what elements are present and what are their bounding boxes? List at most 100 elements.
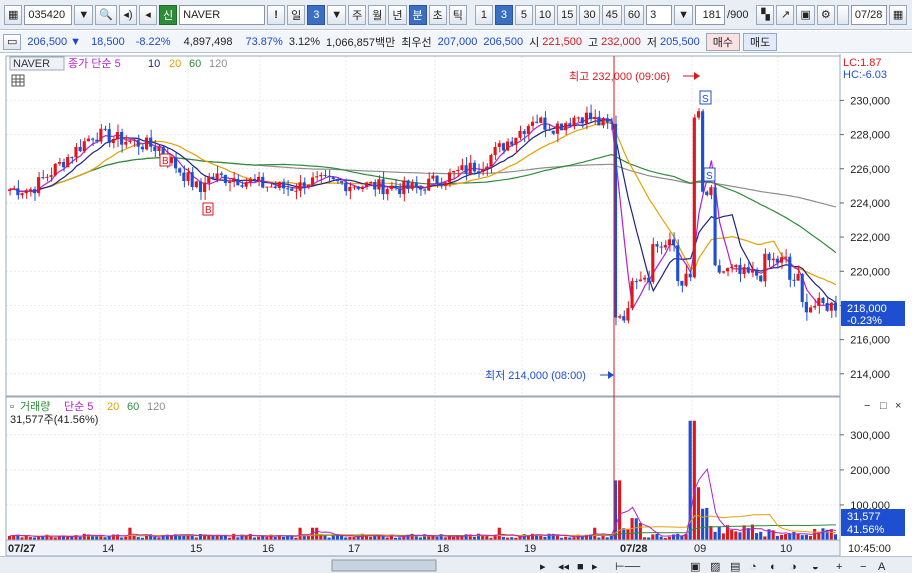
- bottom-scroll-bar: ▸ ◂◂ ■ ▸ ⊢── ▣ ▨ ▤ ◔ ◐ ◑ ◒ + − A: [0, 556, 912, 573]
- volume-bar: [539, 535, 543, 540]
- chart-menu-icon[interactable]: ▦: [4, 4, 23, 25]
- period-month-button[interactable]: 월: [368, 4, 387, 25]
- tool-icon-7[interactable]: ◒: [812, 561, 819, 573]
- candle-body: [37, 177, 41, 194]
- table-toggle-icon[interactable]: [11, 74, 25, 87]
- down-arrow-icon: ▼: [70, 35, 82, 48]
- candle-body: [564, 123, 568, 131]
- tool-icon-2[interactable]: ▨: [710, 561, 720, 573]
- candle-body: [115, 131, 120, 139]
- stock-name-field[interactable]: NAVER: [179, 4, 266, 25]
- interval-3-button[interactable]: 3: [494, 4, 513, 25]
- period-minute-button[interactable]: 분: [408, 4, 427, 25]
- candle-body: [443, 182, 447, 186]
- candle-body: [514, 137, 518, 145]
- close-panel-icon[interactable]: ×: [895, 400, 901, 412]
- volume-bar: [651, 534, 655, 540]
- interval-60-button[interactable]: 60: [623, 4, 645, 25]
- sell-button[interactable]: 매도: [743, 32, 778, 51]
- count-dropdown-icon[interactable]: ▼: [674, 4, 694, 25]
- interval-1-button[interactable]: 1: [474, 4, 493, 25]
- candle-body: [61, 162, 66, 168]
- calendar-icon[interactable]: ▦: [888, 4, 908, 25]
- period-week-button[interactable]: 주: [348, 4, 367, 25]
- tool-icon-1[interactable]: ▣: [690, 561, 700, 573]
- candle-body: [373, 181, 377, 190]
- rewind-icon[interactable]: ◂◂: [558, 561, 570, 573]
- candle-body: [568, 123, 572, 126]
- count-input[interactable]: 3: [646, 4, 673, 25]
- tool-icon-4[interactable]: ◔: [750, 561, 757, 573]
- price-tick-label: 214,000: [850, 369, 890, 381]
- period-day-button[interactable]: 일: [287, 4, 306, 25]
- zoom-slider-icon[interactable]: ⊢──: [615, 561, 640, 573]
- interval-10-button[interactable]: 10: [534, 4, 556, 25]
- candle-body: [140, 146, 144, 150]
- time-tick-label: 09: [694, 543, 706, 555]
- sound-icon[interactable]: ◂): [119, 4, 137, 25]
- tool-icon-5[interactable]: ◐: [770, 561, 777, 573]
- candle-body: [813, 305, 817, 308]
- time-tick-label: 17: [348, 543, 360, 555]
- time-tick-label: 14: [102, 543, 114, 555]
- candle-body: [302, 182, 306, 187]
- forward-icon[interactable]: ▸: [592, 561, 598, 573]
- search-icon[interactable]: 🔍: [95, 4, 117, 25]
- candle-body: [597, 116, 601, 126]
- date-input[interactable]: 07/28: [850, 4, 887, 25]
- stock-code-input[interactable]: 035420: [24, 4, 73, 25]
- candle-body: [298, 182, 302, 191]
- candle-body: [833, 302, 837, 311]
- alert-button[interactable]: !: [267, 4, 286, 25]
- candle-body: [551, 130, 555, 134]
- period-dropdown-icon[interactable]: ▼: [327, 4, 347, 25]
- candle-body: [647, 277, 651, 282]
- interval-5-button[interactable]: 5: [514, 4, 533, 25]
- volume-bar: [481, 535, 485, 540]
- interval-30-button[interactable]: 30: [579, 4, 600, 25]
- interval-15-button[interactable]: 15: [557, 4, 578, 25]
- scroll-thumb[interactable]: [331, 559, 437, 572]
- interval-45-button[interactable]: 45: [601, 4, 622, 25]
- zoom-in-icon[interactable]: +: [836, 561, 842, 573]
- buy-button[interactable]: 매수: [705, 32, 741, 51]
- date-checkbox[interactable]: [836, 4, 849, 25]
- font-size-icon[interactable]: A: [878, 561, 886, 573]
- stop-icon[interactable]: ■: [577, 561, 584, 573]
- candle-body: [692, 117, 696, 278]
- bar-count-input[interactable]: 181: [695, 4, 726, 25]
- candle-body: [659, 246, 663, 248]
- prev-arrow-icon[interactable]: ◂: [139, 4, 157, 25]
- lc-label: LC:1.87: [843, 57, 882, 69]
- tool-icon-3[interactable]: ▤: [730, 561, 740, 573]
- trend-icon[interactable]: ↗: [776, 4, 795, 25]
- period-year-button[interactable]: 년: [388, 4, 407, 25]
- volume-value: 4,897,498: [183, 35, 233, 48]
- volume-bar: [215, 535, 219, 540]
- period-second-button[interactable]: 초: [428, 4, 447, 25]
- period-tick-button[interactable]: 틱: [448, 4, 467, 25]
- collapse-icon[interactable]: ▭: [3, 33, 22, 50]
- svg-text:B: B: [205, 205, 212, 216]
- volume-bar: [796, 533, 800, 540]
- minimize-panel-icon[interactable]: −: [864, 400, 870, 412]
- candle-body: [57, 162, 61, 164]
- save-icon[interactable]: ▣: [796, 4, 815, 25]
- period-value[interactable]: 3: [307, 4, 326, 25]
- code-dropdown-icon[interactable]: ▼: [74, 4, 94, 25]
- candle-body: [510, 141, 514, 145]
- stock-chart[interactable]: NAVER 종가 단순 5 10 20 60 120 LC:1.87 HC:-6…: [0, 54, 912, 556]
- gear-icon[interactable]: ⚙: [816, 4, 835, 25]
- volume-bar: [232, 533, 236, 540]
- candle-body: [497, 143, 501, 147]
- maximize-panel-icon[interactable]: □: [880, 400, 887, 412]
- time-tick-label: 19: [524, 543, 536, 555]
- turnover-rate: 3.12%: [288, 35, 321, 48]
- scroll-next-icon[interactable]: ▸: [540, 561, 546, 573]
- candle-body: [381, 179, 385, 195]
- grid-icon[interactable]: ▚: [756, 4, 775, 25]
- volume-bar: [609, 535, 613, 540]
- open-label: 시: [529, 36, 540, 49]
- zoom-out-icon[interactable]: −: [860, 561, 866, 573]
- tool-icon-6[interactable]: ◑: [790, 561, 797, 573]
